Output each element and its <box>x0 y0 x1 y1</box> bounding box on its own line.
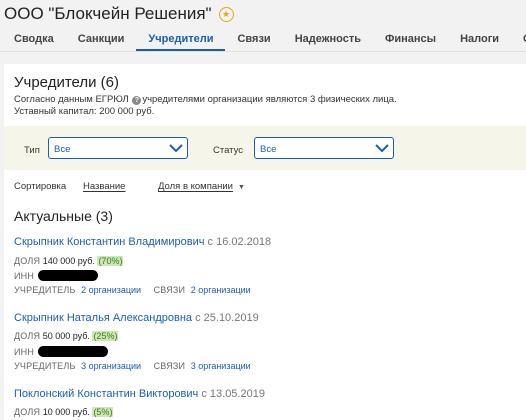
tab-finance[interactable]: Финансы <box>373 28 448 51</box>
share-label: ДОЛЯ <box>14 256 40 266</box>
chevron-down-icon <box>375 142 389 154</box>
share-percent: (5%) <box>92 407 113 417</box>
share-row: ДОЛЯ 10 000 руб. (5%) <box>14 407 113 417</box>
share-row: ДОЛЯ 50 000 руб. (25%) <box>14 331 118 341</box>
inn-label: ИНН <box>14 271 34 281</box>
status-select-value: Все <box>260 144 276 155</box>
person-since: с 13.05.2019 <box>201 388 265 400</box>
founder-links-row: УЧРЕДИТЕЛЬ 3 организации СВЯЗИ 3 организ… <box>14 361 251 371</box>
inn-row: ИНН <box>14 270 98 281</box>
company-header: ООО "Блокчейн Решения" ★ <box>0 0 526 28</box>
question-icon[interactable]: ? <box>132 96 141 105</box>
share-value: 10 000 руб. <box>43 407 90 417</box>
egrul-info-prefix: Согласно данным ЕГРЮЛ <box>14 94 129 105</box>
tab-bar: Сводка Санкции Учредители Связи Надежнос… <box>0 28 526 52</box>
founder-orgs-link[interactable]: 3 организации <box>81 361 141 371</box>
sort-by-name[interactable]: Название <box>83 181 125 192</box>
founders-card: Учредители (6) Согласно данным ЕГРЮЛ ?уч… <box>4 64 526 420</box>
links-orgs-link[interactable]: 2 организации <box>191 285 251 295</box>
founder-label: УЧРЕДИТЕЛЬ <box>14 361 76 371</box>
section-title: Актуальные (3) <box>14 208 113 224</box>
person-name[interactable]: Поклонский Константин Викторович с 13.05… <box>14 388 265 400</box>
founder-links-row: УЧРЕДИТЕЛЬ 2 организации СВЯЗИ 2 организ… <box>14 285 251 295</box>
chevron-down-icon <box>169 142 183 154</box>
tab-sanctions[interactable]: Санкции <box>66 28 137 51</box>
sort-by-share-label: Доля в компании <box>158 181 233 192</box>
share-label: ДОЛЯ <box>14 407 40 417</box>
person-name-text: Скрыпник Константин Владимирович <box>14 236 204 248</box>
authorized-capital: Уставный капитал: 200 000 руб. <box>14 106 154 117</box>
sort-label: Сортировка <box>14 181 66 192</box>
share-label: ДОЛЯ <box>14 331 40 341</box>
tab-summary[interactable]: Сводка <box>0 28 66 51</box>
type-filter-label: Тип <box>24 145 40 156</box>
egrul-info-suffix: учредителями организации являются 3 физи… <box>142 94 396 105</box>
status-filter-label: Статус <box>213 145 243 156</box>
type-select-value: Все <box>54 144 70 155</box>
filter-bar: Тип Все Статус Все <box>4 126 526 170</box>
links-label: СВЯЗИ <box>154 361 186 371</box>
person-name[interactable]: Скрыпник Наталья Александровна с 25.10.2… <box>14 312 259 324</box>
links-label: СВЯЗИ <box>154 285 186 295</box>
redacted-inn <box>38 346 108 357</box>
company-name: ООО "Блокчейн Решения" <box>4 4 212 24</box>
share-percent: (70%) <box>97 256 123 266</box>
share-value: 140 000 руб. <box>43 256 95 266</box>
person-name-text: Поклонский Константин Викторович <box>14 388 198 400</box>
status-select[interactable]: Все <box>254 137 394 159</box>
tab-taxes[interactable]: Налоги <box>448 28 511 51</box>
tab-reliability[interactable]: Надежность <box>283 28 373 51</box>
inn-row: ИНН <box>14 346 108 357</box>
tab-founders[interactable]: Учредители <box>136 28 225 51</box>
inn-label: ИНН <box>14 347 34 357</box>
tab-court[interactable]: Суд <box>511 28 526 51</box>
share-value: 50 000 руб. <box>43 331 90 341</box>
caret-down-icon: ▼ <box>238 184 245 191</box>
sort-by-share[interactable]: Доля в компании ▼ <box>158 181 245 192</box>
share-percent: (25%) <box>92 331 118 341</box>
person-name[interactable]: Скрыпник Константин Владимирович с 16.02… <box>14 236 271 248</box>
founder-orgs-link[interactable]: 2 организации <box>81 285 141 295</box>
egrul-info: Согласно данным ЕГРЮЛ ?учредителями орга… <box>14 94 397 105</box>
tab-links[interactable]: Связи <box>225 28 282 51</box>
person-since: с 16.02.2018 <box>208 236 272 248</box>
redacted-inn <box>38 270 98 281</box>
person-since: с 25.10.2019 <box>195 312 259 324</box>
share-row: ДОЛЯ 140 000 руб. (70%) <box>14 256 123 266</box>
person-name-text: Скрыпник Наталья Александровна <box>14 312 192 324</box>
favorite-star-icon[interactable]: ★ <box>219 7 234 22</box>
links-orgs-link[interactable]: 3 организации <box>191 361 251 371</box>
founder-label: УЧРЕДИТЕЛЬ <box>14 285 76 295</box>
page-title: Учредители (6) <box>14 74 119 91</box>
type-select[interactable]: Все <box>48 137 188 159</box>
